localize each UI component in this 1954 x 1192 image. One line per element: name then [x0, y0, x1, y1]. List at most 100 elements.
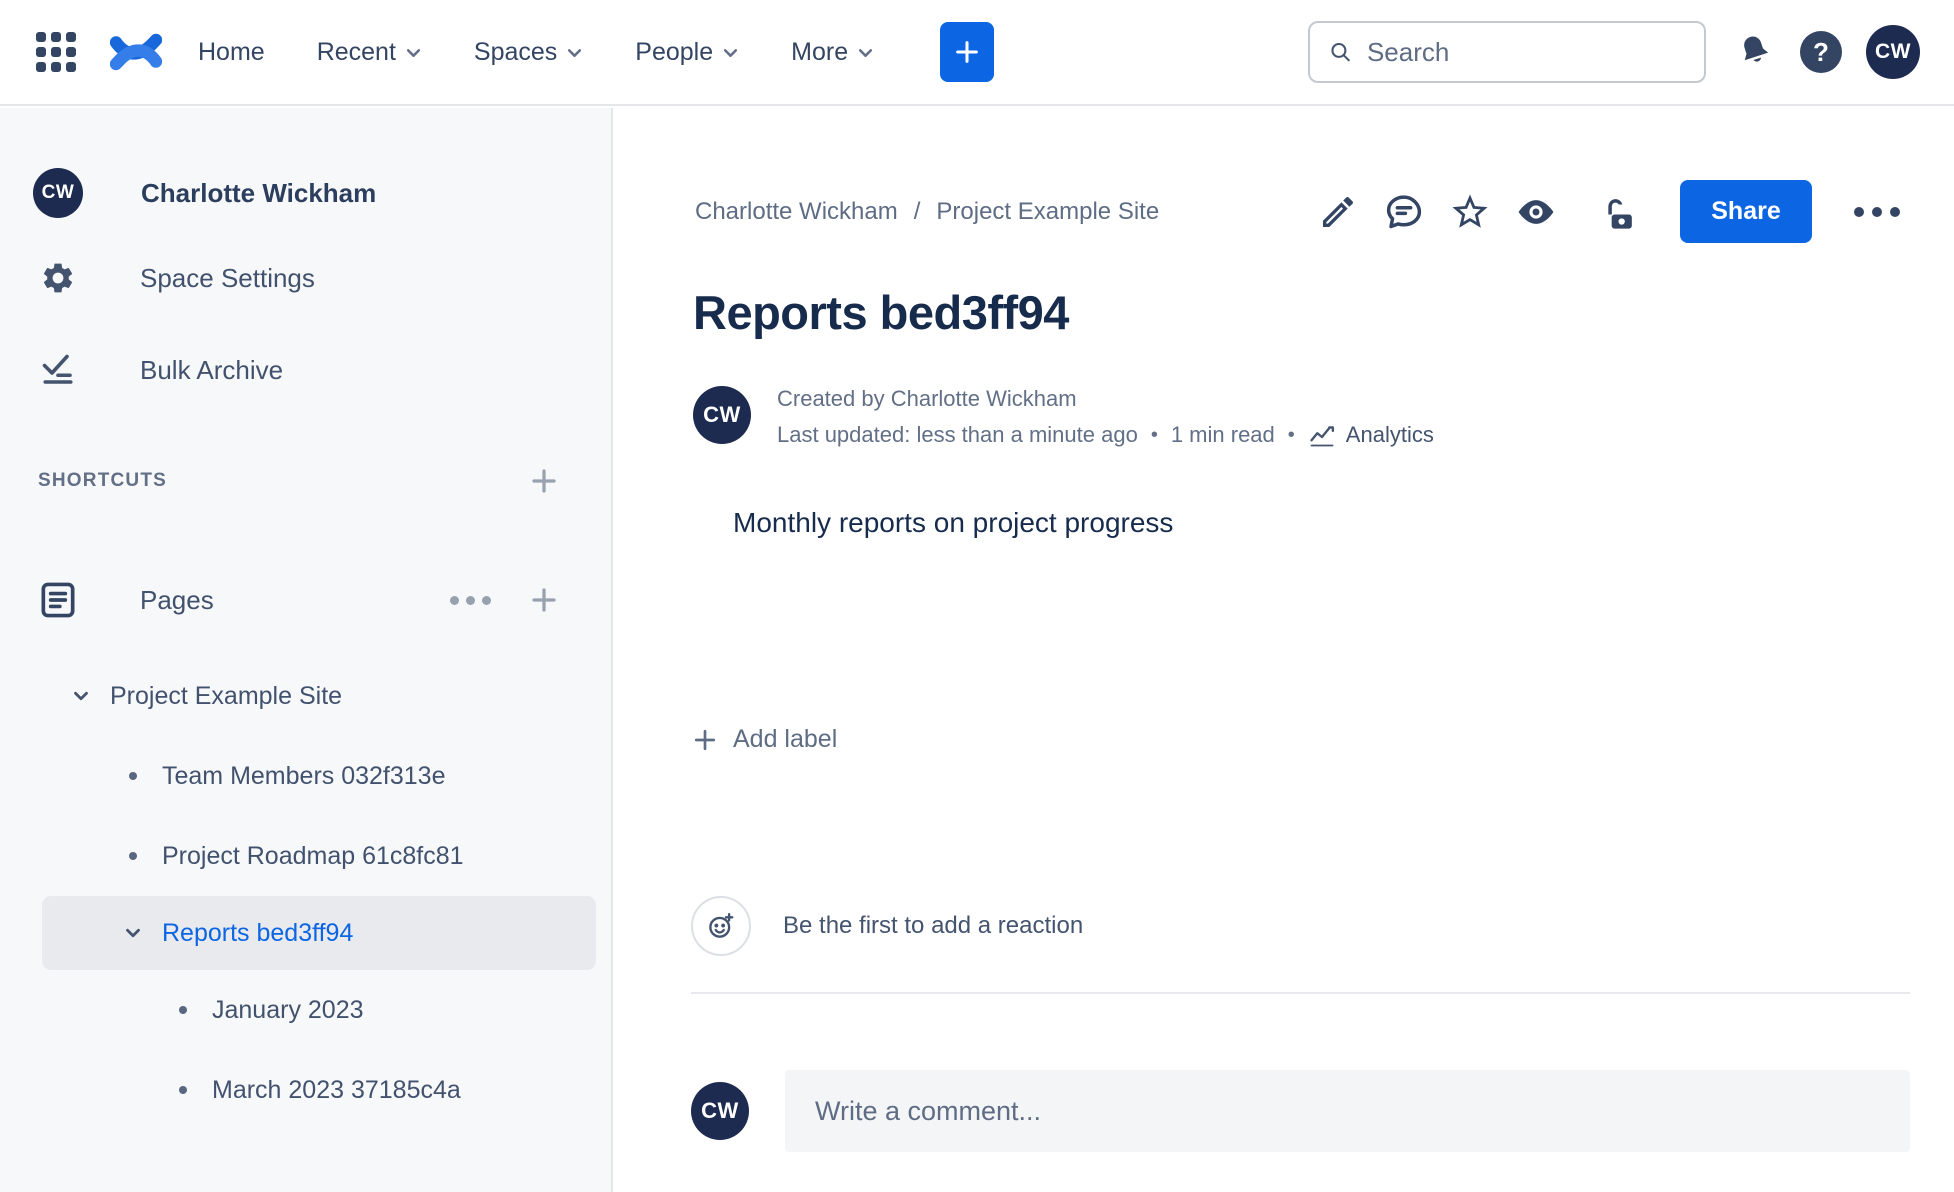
edit-pencil-icon[interactable]	[1312, 186, 1364, 238]
author-avatar-initials: CW	[703, 402, 741, 427]
plus-icon	[694, 729, 716, 750]
comment-row: CW	[691, 1070, 1910, 1152]
byline: CW Created by Charlotte Wickham Last upd…	[693, 386, 1910, 449]
page-title: Reports bed3ff94	[693, 286, 1069, 339]
sidebar-item-bulk-archive[interactable]: Bulk Archive	[0, 338, 611, 402]
byline-text: Created by Charlotte Wickham Last update…	[777, 386, 1434, 449]
share-button[interactable]: Share	[1680, 180, 1812, 243]
space-name: Charlotte Wickham	[141, 177, 377, 208]
emoji-add-icon	[709, 912, 734, 938]
notifications-bell-icon[interactable]	[1732, 29, 1778, 75]
nav-people[interactable]: People	[635, 38, 739, 67]
nav-recent-label: Recent	[316, 37, 396, 66]
tree-item-label: Project Example Site	[110, 681, 343, 710]
comment-bubble-icon[interactable]	[1378, 186, 1430, 238]
tree-item-project-example-site[interactable]: Project Example Site	[0, 656, 611, 736]
search-box[interactable]	[1308, 21, 1706, 83]
page-tree: Project Example Site Team Members 032f31…	[0, 656, 611, 1130]
comment-input-box[interactable]	[785, 1070, 1910, 1152]
analytics-link[interactable]: Analytics	[1308, 421, 1434, 449]
sidebar-item-space-settings[interactable]: Space Settings	[0, 246, 611, 310]
bullet-icon	[118, 852, 148, 860]
search-input[interactable]	[1366, 36, 1686, 68]
comment-input[interactable]	[815, 1095, 1880, 1127]
add-label-text: Add label	[733, 725, 838, 753]
content-header: Charlotte Wickham / Project Example Site	[695, 180, 1910, 243]
avatar-initials: CW	[1875, 40, 1911, 63]
nav-more[interactable]: More	[791, 38, 874, 67]
add-shortcut-plus-icon[interactable]	[529, 466, 559, 496]
app-switcher-icon[interactable]	[34, 30, 78, 74]
last-updated-text[interactable]: Last updated: less than a minute ago	[777, 422, 1138, 448]
pages-icon	[36, 578, 82, 622]
tree-item-project-roadmap[interactable]: Project Roadmap 61c8fc81	[0, 816, 611, 896]
bullet-icon	[168, 1086, 198, 1094]
chevron-down-icon	[406, 48, 420, 57]
sidebar-item-label: Bulk Archive	[140, 354, 284, 385]
nav-home[interactable]: Home	[198, 38, 265, 67]
nav-spaces-label: Spaces	[473, 37, 558, 66]
pages-label: Pages	[140, 584, 214, 615]
analytics-label: Analytics	[1345, 422, 1434, 447]
space-header[interactable]: CW Charlotte Wickham	[0, 108, 611, 218]
pages-more-icon[interactable]	[450, 595, 491, 605]
nav-recent[interactable]: Recent	[317, 38, 422, 67]
tree-item-label: Reports bed3ff94	[162, 918, 354, 947]
dot-separator: •	[1150, 423, 1158, 446]
space-avatar-initials: CW	[41, 182, 75, 203]
create-button[interactable]	[940, 22, 995, 82]
plus-icon	[956, 41, 978, 63]
nav-spaces[interactable]: Spaces	[474, 38, 583, 67]
add-reaction-button[interactable]	[691, 896, 751, 956]
nav-people-label: People	[635, 37, 714, 66]
tree-item-label: March 2023 37185c4a	[212, 1075, 461, 1104]
breadcrumb-parent-link[interactable]: Project Example Site	[936, 198, 1159, 226]
chevron-down-icon	[859, 48, 873, 57]
page-content: Charlotte Wickham / Project Example Site	[615, 108, 1954, 1192]
space-avatar: CW	[33, 168, 83, 218]
primary-nav: Home Recent Spaces People More	[198, 38, 874, 67]
bulk-archive-icon	[36, 352, 80, 388]
nav-home-label: Home	[198, 37, 265, 66]
user-avatar[interactable]: CW	[1866, 25, 1920, 79]
add-page-plus-icon[interactable]	[529, 585, 559, 615]
tree-item-label: Project Roadmap 61c8fc81	[162, 841, 464, 870]
help-icon[interactable]: ?	[1800, 31, 1842, 73]
confluence-logo-icon[interactable]	[108, 26, 164, 78]
tree-item-team-members[interactable]: Team Members 032f313e	[0, 736, 611, 816]
bullet-icon	[118, 772, 148, 780]
add-label-button[interactable]: Add label	[691, 725, 837, 754]
unlock-restrictions-icon[interactable]	[1592, 186, 1644, 238]
chevron-down-icon	[724, 48, 738, 57]
breadcrumb-separator: /	[913, 197, 921, 225]
tree-item-reports-selected[interactable]: Reports bed3ff94	[42, 896, 596, 970]
star-favorite-icon[interactable]	[1444, 186, 1496, 238]
byline-meta: Last updated: less than a minute ago • 1…	[777, 421, 1434, 449]
more-actions-icon[interactable]	[1844, 197, 1910, 227]
tree-item-march-2023[interactable]: March 2023 37185c4a	[0, 1050, 611, 1130]
search-icon	[1331, 42, 1350, 62]
created-by-text[interactable]: Created by Charlotte Wickham	[777, 386, 1434, 412]
shortcuts-section-header: SHORTCUTS	[0, 466, 611, 496]
page-actions: Share	[1312, 180, 1910, 243]
breadcrumb-space-link[interactable]: Charlotte Wickham	[695, 198, 898, 226]
commenter-avatar: CW	[691, 1082, 749, 1140]
comments-divider	[691, 992, 1910, 994]
top-navigation-bar: Home Recent Spaces People More Search ? …	[0, 0, 1954, 106]
reaction-prompt-text: Be the first to add a reaction	[783, 912, 1084, 939]
page-body-text: Monthly reports on project progress	[733, 507, 1174, 538]
watch-eye-icon[interactable]	[1510, 186, 1562, 238]
chevron-down-icon[interactable]	[118, 922, 148, 944]
tree-item-january-2023[interactable]: January 2023	[0, 970, 611, 1050]
space-sidebar: CW Charlotte Wickham Space Settings Bulk…	[0, 108, 613, 1192]
tree-item-label: January 2023	[212, 995, 364, 1024]
gear-icon	[36, 260, 80, 296]
author-avatar[interactable]: CW	[693, 386, 751, 444]
chevron-down-icon	[568, 48, 582, 57]
dot-separator: •	[1287, 423, 1295, 446]
pages-section-header[interactable]: Pages	[0, 572, 611, 628]
nav-more-label: More	[791, 37, 849, 66]
chevron-down-icon[interactable]	[66, 685, 96, 707]
bullet-icon	[168, 1006, 198, 1014]
breadcrumb: Charlotte Wickham / Project Example Site	[695, 198, 1159, 226]
